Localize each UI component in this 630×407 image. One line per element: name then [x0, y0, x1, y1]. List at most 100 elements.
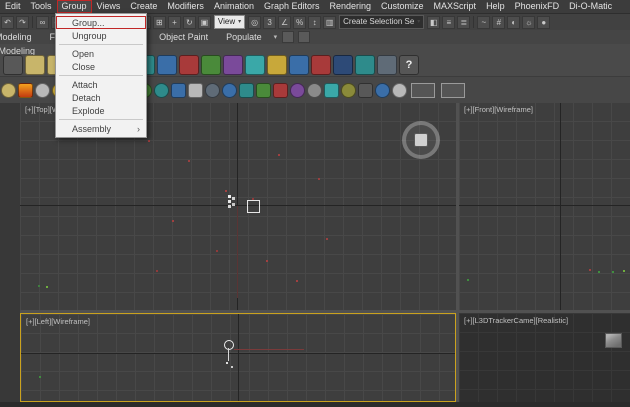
- percent-snap-icon[interactable]: %: [293, 16, 306, 29]
- menu-rendering[interactable]: Rendering: [325, 0, 377, 13]
- move-icon[interactable]: +: [168, 16, 181, 29]
- tab-modeling[interactable]: Modeling: [0, 30, 41, 44]
- sphere-icon[interactable]: [35, 83, 50, 98]
- sphere-icon[interactable]: [392, 83, 407, 98]
- mirror-icon[interactable]: ◧: [427, 16, 440, 29]
- menu-modifiers[interactable]: Modifiers: [162, 0, 209, 13]
- viewport-left-label[interactable]: [+][Left][Wireframe]: [26, 317, 90, 326]
- ribbon-tool-icon[interactable]: [358, 83, 373, 98]
- ribbon-tool-icon[interactable]: [256, 83, 271, 98]
- viewport-front-label[interactable]: [+][Front][Wireframe]: [464, 105, 533, 114]
- scene-object-box[interactable]: [247, 200, 260, 213]
- ribbon-tool-icon[interactable]: [245, 55, 265, 75]
- render-icon[interactable]: ●: [537, 16, 550, 29]
- tab-object-paint[interactable]: Object Paint: [150, 30, 217, 44]
- ribbon-tool-icon[interactable]: [223, 55, 243, 75]
- sphere-icon[interactable]: [307, 83, 322, 98]
- ribbon-tool-icon[interactable]: [171, 83, 186, 98]
- help-icon[interactable]: ?: [399, 55, 419, 75]
- viewport-camera[interactable]: [+][L3DTrackerCame][Realistic]: [459, 313, 630, 402]
- menu-animation[interactable]: Animation: [209, 0, 259, 13]
- viewport-layout-icon[interactable]: [441, 83, 465, 98]
- select-link-icon[interactable]: ∞: [36, 16, 49, 29]
- scene-object-gizmo[interactable]: [228, 195, 231, 198]
- menu-item-open[interactable]: Open: [56, 47, 146, 60]
- edit-named-selection-sets-icon[interactable]: ▥: [323, 16, 336, 29]
- snap-toggle-3d-icon[interactable]: 3: [263, 16, 276, 29]
- ribbon-tool-icon[interactable]: [377, 55, 397, 75]
- ribbon-tool-icon[interactable]: [267, 55, 287, 75]
- menu-help[interactable]: Help: [481, 0, 510, 13]
- menu-item-assembly[interactable]: Assembly ›: [56, 122, 146, 135]
- render-setup-icon[interactable]: ☼: [522, 16, 535, 29]
- menu-create[interactable]: Create: [125, 0, 162, 13]
- viewport-camera-label[interactable]: [+][L3DTrackerCame][Realistic]: [464, 316, 568, 325]
- window-crossing-icon[interactable]: ⊞: [153, 16, 166, 29]
- rotate-icon[interactable]: ↻: [183, 16, 196, 29]
- spinner-snap-icon[interactable]: ↕: [308, 16, 321, 29]
- menu-maxscript[interactable]: MAXScript: [429, 0, 482, 13]
- ribbon-tool-icon[interactable]: [289, 55, 309, 75]
- menu-customize[interactable]: Customize: [376, 0, 429, 13]
- ribbon-tool-icon[interactable]: [290, 83, 305, 98]
- ribbon-config-icon[interactable]: [282, 31, 294, 43]
- grid-y-axis: [238, 314, 239, 401]
- reference-coordinate-dropdown[interactable]: View ▾: [214, 15, 245, 29]
- viewport-splitter-vertical[interactable]: [456, 102, 459, 402]
- named-selection-sets-dropdown[interactable]: Create Selection Se ▾: [339, 15, 424, 29]
- viewport-layout-icon[interactable]: [411, 83, 435, 98]
- scene-cube-object[interactable]: [605, 333, 622, 348]
- redo-icon[interactable]: ↷: [16, 16, 29, 29]
- ribbon-tool-icon[interactable]: [188, 83, 203, 98]
- ribbon-tool-icon[interactable]: [3, 55, 23, 75]
- ribbon-tool-icon[interactable]: [333, 55, 353, 75]
- sphere-icon[interactable]: [154, 83, 169, 98]
- ribbon-tool-icon[interactable]: [157, 55, 177, 75]
- ribbon-tool-icon[interactable]: [25, 55, 45, 75]
- menu-item-detach[interactable]: Detach: [56, 91, 146, 104]
- material-editor-icon[interactable]: ◐: [507, 16, 520, 29]
- ribbon-minimize-arrow-icon[interactable]: ▾: [271, 33, 281, 41]
- ribbon-config-icon[interactable]: [298, 31, 310, 43]
- viewport-front[interactable]: [+][Front][Wireframe]: [459, 102, 630, 310]
- ribbon-tool-icon[interactable]: [341, 83, 356, 98]
- menu-item-attach[interactable]: Attach: [56, 78, 146, 91]
- sphere-icon[interactable]: [1, 83, 16, 98]
- ribbon-tool-icon[interactable]: [179, 55, 199, 75]
- ribbon-tool-icon[interactable]: [18, 83, 33, 98]
- menu-tools[interactable]: Tools: [26, 0, 57, 13]
- undo-icon[interactable]: ↶: [1, 16, 14, 29]
- schematic-view-icon[interactable]: #: [492, 16, 505, 29]
- menu-di-o-matic[interactable]: Di-O-Matic: [564, 0, 617, 13]
- layer-manager-icon[interactable]: ≣: [457, 16, 470, 29]
- menu-item-explode[interactable]: Explode: [56, 104, 146, 117]
- viewcube-navigation-wheel[interactable]: [402, 121, 440, 159]
- ribbon-tool-icon[interactable]: [355, 55, 375, 75]
- ribbon-tool-icon[interactable]: [205, 83, 220, 98]
- menu-group[interactable]: Group: [57, 0, 92, 13]
- sphere-icon[interactable]: [375, 83, 390, 98]
- viewport-splitter-horizontal[interactable]: [20, 310, 630, 313]
- use-pivot-center-icon[interactable]: ◎: [248, 16, 261, 29]
- tab-populate[interactable]: Populate: [217, 30, 271, 44]
- angle-snap-icon[interactable]: ∠: [278, 16, 291, 29]
- viewport-left-active[interactable]: [+][Left][Wireframe]: [20, 313, 456, 402]
- menu-item-group[interactable]: Group...: [56, 16, 146, 29]
- ribbon-tool-icon[interactable]: [239, 83, 254, 98]
- ribbon-tool-icon[interactable]: [324, 83, 339, 98]
- ribbon-tool-icon[interactable]: [311, 55, 331, 75]
- ribbon-tool-icon[interactable]: [201, 55, 221, 75]
- viewcube-home-icon[interactable]: [414, 133, 428, 147]
- curve-editor-icon[interactable]: ~: [477, 16, 490, 29]
- scene-character-gizmo[interactable]: [224, 340, 234, 350]
- menu-graph-editors[interactable]: Graph Editors: [259, 0, 325, 13]
- scale-icon[interactable]: ▣: [198, 16, 211, 29]
- menu-edit[interactable]: Edit: [0, 0, 26, 13]
- menu-phoenixfd[interactable]: PhoenixFD: [510, 0, 565, 13]
- align-icon[interactable]: ≡: [442, 16, 455, 29]
- ribbon-tool-icon[interactable]: [273, 83, 288, 98]
- menu-item-ungroup[interactable]: Ungroup: [56, 29, 146, 42]
- menu-views[interactable]: Views: [92, 0, 126, 13]
- sphere-icon[interactable]: [222, 83, 237, 98]
- menu-item-close[interactable]: Close: [56, 60, 146, 73]
